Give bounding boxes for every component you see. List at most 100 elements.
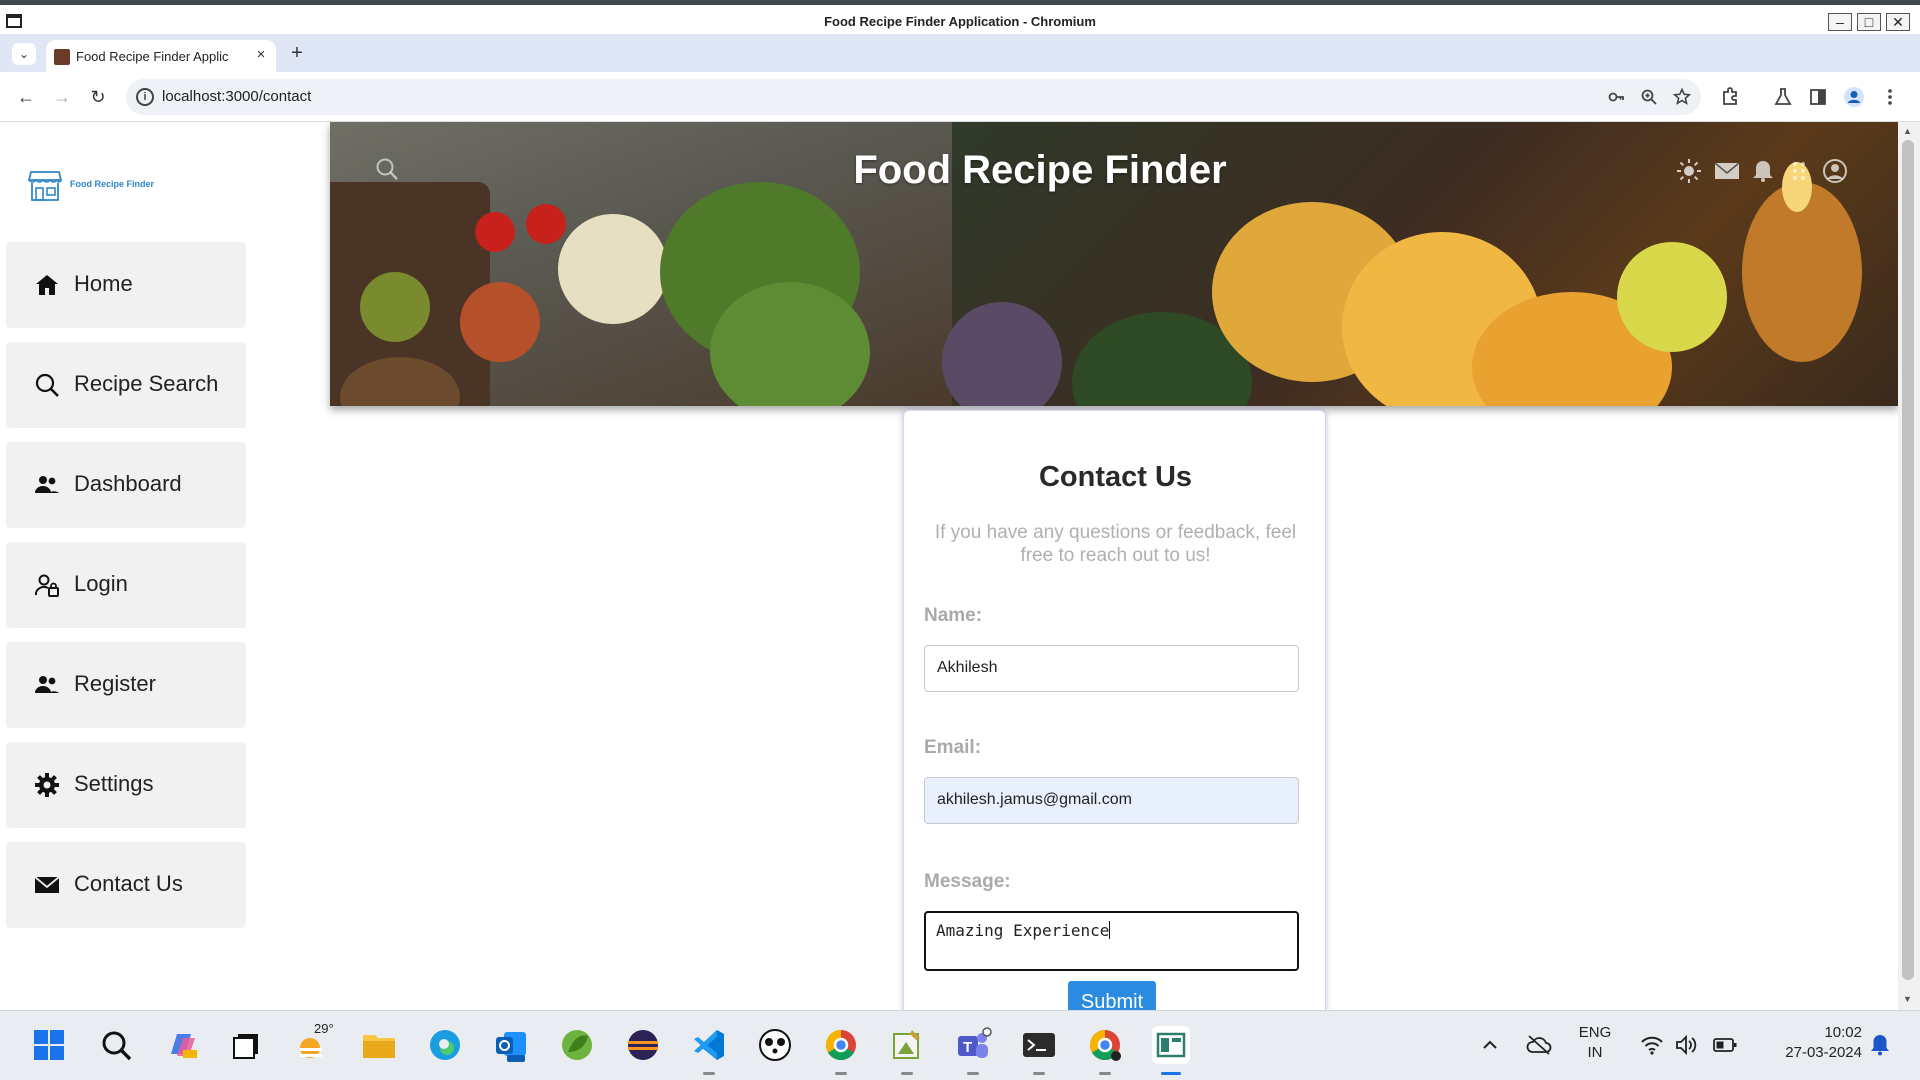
mail-icon[interactable] — [1714, 158, 1740, 184]
weather-temperature: 29° — [314, 1021, 334, 1036]
new-tab-button[interactable]: + — [286, 42, 308, 64]
name-label: Name: — [924, 605, 983, 626]
page-viewport: Food Recipe Finder Home Recipe Search Da… — [0, 122, 1920, 1010]
outlook-new-icon[interactable] — [492, 1026, 530, 1064]
tab-title: Food Recipe Finder Applic — [76, 49, 229, 64]
name-field[interactable]: Akhilesh — [924, 645, 1299, 692]
sidebar-item-label: Register — [74, 671, 156, 696]
text-caret — [1109, 921, 1111, 939]
sidebar-item-login[interactable]: Login — [6, 542, 246, 628]
close-window-button[interactable]: ✕ — [1886, 13, 1910, 31]
browser-tab-active[interactable]: Food Recipe Finder Applic × — [46, 40, 276, 72]
password-key-icon[interactable] — [1607, 88, 1625, 106]
side-panel-icon[interactable] — [1806, 85, 1830, 109]
running-indicator — [703, 1072, 715, 1075]
teams-running-indicator — [954, 1026, 992, 1075]
clock-time: 10:02 — [1824, 1024, 1862, 1041]
message-textarea[interactable]: Amazing Experience — [924, 911, 1299, 971]
contact-heading: Contact Us — [1038, 461, 1193, 493]
active-app-button[interactable] — [1152, 1026, 1190, 1075]
chromium-running-indicator — [1086, 1026, 1124, 1075]
store-icon — [28, 171, 62, 201]
spring-tools-icon[interactable] — [558, 1026, 596, 1064]
contact-card: Contact Us If you have any questions or … — [903, 410, 1326, 1010]
taskbar-clock[interactable]: 10:02 27-03-2024 — [1752, 1023, 1862, 1063]
task-view-icon[interactable] — [228, 1026, 266, 1064]
user-account-icon[interactable] — [1822, 158, 1848, 184]
chrome-running-indicator — [822, 1026, 860, 1075]
message-label: Message: — [924, 871, 1011, 892]
site-info-icon[interactable]: i — [136, 88, 154, 106]
onedrive-cloud-icon[interactable] — [1526, 1033, 1552, 1057]
submit-button[interactable]: Submit — [1068, 981, 1156, 1010]
sidebar-item-label: Dashboard — [74, 471, 182, 496]
running-indicator — [1033, 1072, 1045, 1075]
tab-close-icon[interactable]: × — [252, 46, 270, 64]
forward-button[interactable]: → — [50, 85, 74, 109]
minimize-button[interactable]: – — [1828, 13, 1852, 31]
running-indicator — [835, 1072, 847, 1075]
sidebar: Food Recipe Finder Home Recipe Search Da… — [0, 122, 330, 1010]
sidebar-item-label: Contact Us — [74, 871, 183, 896]
home-icon — [36, 275, 58, 295]
maximize-icon: □ — [1864, 14, 1874, 30]
clock-date: 27-03-2024 — [1785, 1044, 1862, 1061]
sidebar-item-label: Login — [74, 571, 128, 596]
file-explorer-icon[interactable] — [360, 1026, 398, 1064]
scrollbar-thumb[interactable] — [1902, 140, 1914, 980]
theme-sun-icon[interactable] — [1676, 158, 1702, 184]
users-icon — [35, 676, 59, 693]
tray-overflow-chevron-icon[interactable] — [1480, 1035, 1500, 1055]
users-icon — [35, 476, 59, 493]
email-field[interactable]: akhilesh.jamus@gmail.com — [924, 777, 1299, 824]
start-windows-icon[interactable] — [30, 1026, 68, 1064]
extensions-icon[interactable] — [1718, 85, 1742, 109]
sidebar-item-label: Home — [74, 271, 133, 296]
search-icon[interactable] — [97, 1026, 135, 1064]
sidebar-item-home[interactable]: Home — [6, 242, 246, 328]
wifi-icon[interactable] — [1640, 1033, 1664, 1057]
active-indicator — [1161, 1072, 1181, 1075]
scroll-up-arrow-icon[interactable]: ▲ — [1903, 126, 1912, 136]
postman-panda-icon[interactable] — [756, 1026, 794, 1064]
eclipse-icon[interactable] — [624, 1026, 662, 1064]
zoom-icon[interactable] — [1640, 88, 1658, 106]
browser-toolbar: ← → ↻ i localhost:3000/contact — [0, 72, 1920, 122]
maximize-button[interactable]: □ — [1857, 13, 1881, 31]
bookmark-star-icon[interactable] — [1673, 88, 1691, 106]
minimize-icon: – — [1836, 14, 1844, 30]
notification-bell-icon[interactable] — [1868, 1033, 1892, 1057]
back-button[interactable]: ← — [14, 85, 38, 109]
reload-button[interactable]: ↻ — [86, 85, 110, 109]
tab-strip: ⌄ Food Recipe Finder Applic × + — [0, 34, 1920, 72]
sidebar-item-dashboard[interactable]: Dashboard — [6, 442, 246, 528]
edge-browser-icon[interactable] — [426, 1026, 464, 1064]
sidebar-item-contact-us[interactable]: Contact Us — [6, 842, 246, 928]
battery-icon[interactable] — [1712, 1033, 1738, 1057]
profile-avatar-icon[interactable] — [1842, 85, 1866, 109]
bell-icon[interactable] — [1750, 158, 1776, 184]
scroll-down-arrow-icon[interactable]: ▼ — [1903, 994, 1912, 1004]
sidebar-item-register[interactable]: Register — [6, 642, 246, 728]
terminal-running-indicator — [1020, 1026, 1058, 1075]
email-label: Email: — [924, 737, 982, 758]
app-logo[interactable]: Food Recipe Finder — [28, 168, 228, 208]
apps-grid-icon[interactable] — [1786, 158, 1812, 184]
browser-menu-icon[interactable] — [1878, 85, 1902, 109]
volume-icon[interactable] — [1674, 1033, 1698, 1057]
sidebar-item-recipe-search[interactable]: Recipe Search — [6, 342, 246, 428]
labs-flask-icon[interactable] — [1771, 85, 1795, 109]
url-text[interactable]: localhost:3000/contact — [162, 88, 311, 105]
contact-intro-text: If you have any questions or feedback, f… — [934, 522, 1297, 566]
gear-icon — [35, 773, 59, 797]
tab-search-button[interactable]: ⌄ — [12, 43, 36, 65]
sidebar-item-label: Settings — [74, 771, 154, 796]
hero-banner: Food Recipe Finder — [330, 122, 1898, 406]
sidebar-item-settings[interactable]: Settings — [6, 742, 246, 828]
address-bar[interactable]: i localhost:3000/contact — [126, 79, 1701, 115]
page-scrollbar[interactable]: ▲ ▼ — [1898, 122, 1920, 1010]
lang-line1: ENG — [1578, 1024, 1612, 1041]
copilot-icon[interactable] — [163, 1026, 201, 1064]
input-language-indicator[interactable]: ENG IN — [1568, 1023, 1622, 1063]
window-app-icon — [1156, 1032, 1186, 1058]
